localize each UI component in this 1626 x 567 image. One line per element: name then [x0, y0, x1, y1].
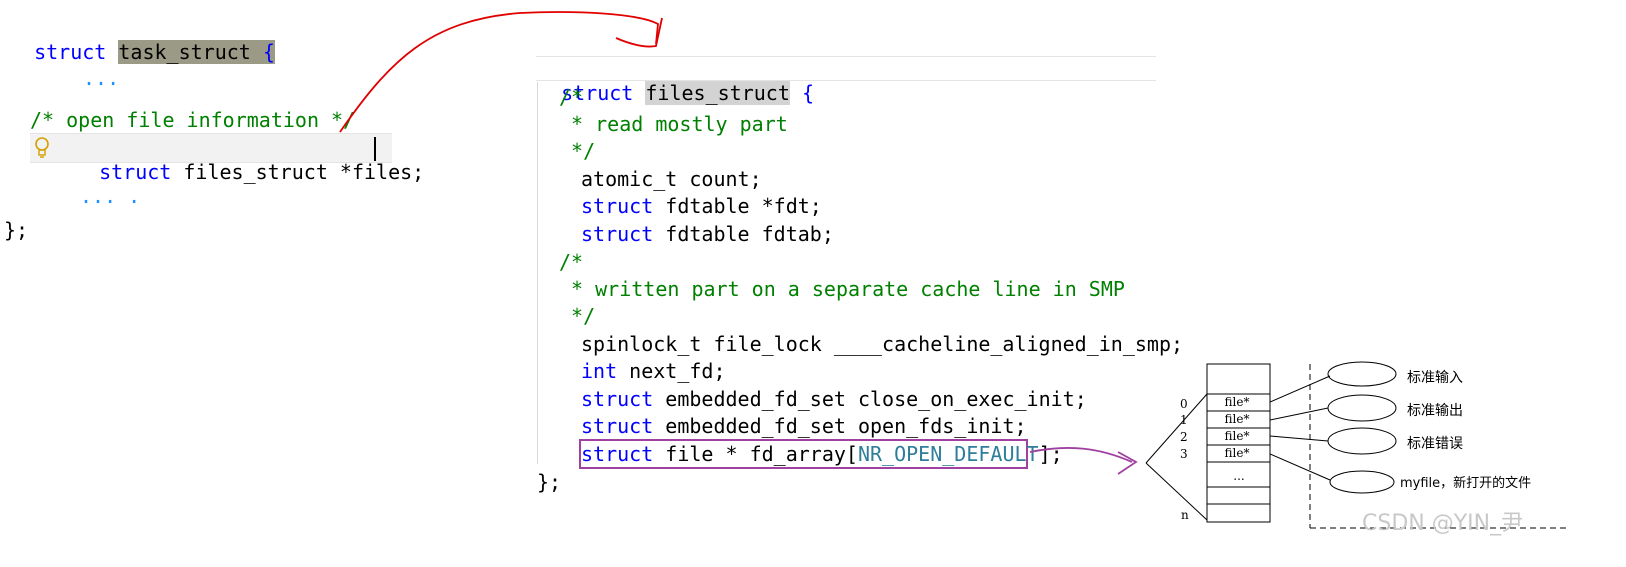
file-ellipse-1 — [1327, 394, 1397, 422]
fd-index-n: n — [1181, 508, 1189, 522]
fd-index-2: 2 — [1180, 430, 1188, 444]
file-ellipse-2 — [1327, 427, 1397, 455]
target-stderr: 标准错误 — [1407, 436, 1463, 452]
fd-cell-1: file* — [1224, 412, 1250, 426]
purple-arrow-head — [1117, 451, 1138, 475]
fd-index-3: 3 — [1180, 447, 1188, 461]
file-ellipse-0 — [1327, 361, 1397, 387]
fd-cell-3: file* — [1224, 446, 1250, 460]
connector-layer — [339, 11, 1570, 529]
fd-cell-0: file* — [1224, 395, 1250, 409]
fd-cell-2: file* — [1224, 429, 1250, 443]
brace-line-top — [1145, 393, 1208, 464]
fd-cell-ellipsis: ... — [1233, 469, 1245, 483]
fd-table-border — [1206, 363, 1271, 523]
brace-line-bottom — [1145, 462, 1208, 521]
purple-arrow — [1029, 447, 1133, 463]
file-ellipse-3 — [1329, 470, 1395, 494]
pointer-line-1 — [1269, 407, 1329, 421]
pointer-line-3 — [1269, 453, 1331, 481]
pointer-line-0 — [1269, 375, 1331, 403]
target-myfile: myfile，新打开的文件 — [1400, 476, 1532, 491]
target-stdin: 标准输入 — [1407, 370, 1463, 386]
target-stdout: 标准输出 — [1407, 403, 1463, 419]
watermark: CSDN @YIN_尹 — [1362, 511, 1524, 536]
fd-index-0: 0 — [1180, 397, 1188, 411]
pointer-line-2 — [1269, 435, 1329, 442]
red-arrow — [339, 11, 659, 133]
fd-index-1: 1 — [1180, 413, 1188, 427]
